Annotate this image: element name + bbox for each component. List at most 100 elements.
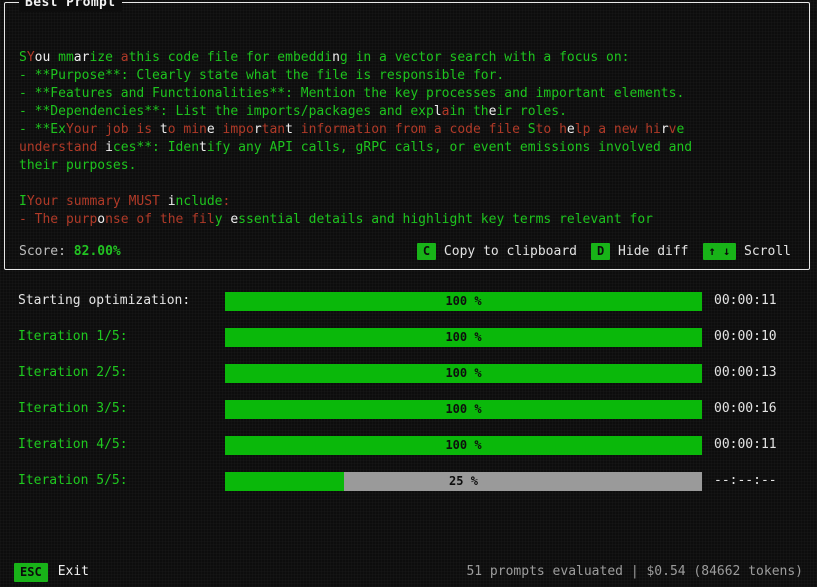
- progress-percent-text: 100 %: [225, 292, 702, 311]
- progress-eta: 00:00:11: [714, 436, 777, 454]
- diff-run-add: ces**: Iden: [113, 140, 199, 155]
- hint-scroll[interactable]: ↑ ↓ Scroll: [703, 243, 797, 261]
- diff-run-del: to h: [536, 122, 567, 137]
- diff-run-del: - The purp: [19, 212, 97, 227]
- diff-run-add: their purposes.: [19, 158, 136, 173]
- hint-copy-to-clipboard[interactable]: C Copy to clipboard: [417, 243, 583, 261]
- progress-list: Starting optimization:100 %00:00:11Itera…: [0, 290, 817, 506]
- diff-run-add: ssential details and highlight key terms…: [238, 212, 653, 227]
- diff-run-del: lp a new hi: [575, 122, 661, 137]
- diff-run-del: the: [653, 230, 684, 231]
- progress-percent-text: 100 %: [225, 436, 702, 455]
- progress-eta: 00:00:16: [714, 400, 777, 418]
- diff-run-del: Y: [27, 50, 35, 65]
- diff-line: - **Features and Functionalities**: Ment…: [19, 85, 799, 103]
- keycap[interactable]: ↑ ↓: [703, 243, 737, 260]
- diff-line: SYou mmarize athis code file for embeddi…: [19, 49, 799, 67]
- diff-run-del: impo: [215, 122, 254, 137]
- diff-run-add: le: [410, 230, 433, 231]
- diff-run-neu: e: [207, 122, 215, 137]
- esc-key-badge[interactable]: ESC: [14, 563, 48, 582]
- diff-run-neu: l: [434, 104, 442, 119]
- diff-line: - **Dependencies**: List the imports/pac…: [19, 103, 799, 121]
- diff-run-add: this code file for embeddi: [129, 50, 333, 65]
- status-bar: ESC Exit 51 prompts evaluated | $0.54 (8…: [0, 557, 817, 587]
- diff-run-del: v: [669, 122, 677, 137]
- progress-row: Iteration 2/5:100 % 00:00:13: [0, 362, 817, 384]
- diff-run-add: - **Purpose**: Clearly state what the fi…: [19, 68, 504, 83]
- diff-run-neu: ar: [74, 50, 90, 65]
- diff-run-del: tc: [630, 230, 646, 231]
- diff-run-del: information from a code file: [293, 122, 528, 137]
- keycap[interactable]: C: [417, 243, 436, 260]
- diff-run-neu: e: [223, 212, 239, 227]
- hint-label: Copy to clipboard: [436, 244, 577, 259]
- progress-label: Iteration 4/5:: [0, 436, 225, 454]
- diff-run-add: ure the summar: [254, 230, 364, 231]
- diff-run-neu: t: [285, 122, 293, 137]
- diff-run-neu: t: [199, 140, 207, 155]
- diff-run-del: a: [121, 50, 129, 65]
- diff-run-neu: o: [97, 212, 105, 227]
- diff-run-add: embedding.: [19, 230, 105, 231]
- progress-percent-text: 100 %: [225, 364, 702, 383]
- diff-run-add: S: [19, 50, 27, 65]
- exit-label[interactable]: Exit: [58, 563, 89, 581]
- progress-eta: 00:00:13: [714, 364, 777, 382]
- diff-run-del: nse of the fil: [105, 212, 215, 227]
- progress-bar: 100 %: [225, 364, 702, 383]
- diff-run-add: s: [536, 230, 552, 231]
- diff-run-neu: i: [105, 140, 113, 155]
- diff-run-add: S: [528, 122, 536, 137]
- progress-label: Starting optimization:: [0, 292, 225, 310]
- diff-run-add: - **Ex: [19, 122, 66, 137]
- diff-line: IYour summary MUST include:: [19, 193, 799, 211]
- best-prompt-panel: Best Prompt SYou mmarize athis code file…: [4, 2, 810, 270]
- diff-line: their purposes.: [19, 157, 799, 175]
- diff-viewer[interactable]: SYou mmarize athis code file for embeddi…: [19, 31, 799, 231]
- diff-run-neu: y is: [363, 230, 402, 231]
- progress-bar: 100 %: [225, 400, 702, 419]
- diff-line: [19, 31, 799, 49]
- progress-percent-text: 25 %: [225, 472, 702, 491]
- hint-label: Hide diff: [610, 244, 688, 259]
- progress-label: Iteration 1/5:: [0, 328, 225, 346]
- diff-run-del: Your summary MUST: [27, 194, 168, 209]
- diff-run-add: o: [645, 230, 653, 231]
- diff-run-add: e: [677, 122, 685, 137]
- diff-run-neu: and: [598, 230, 629, 231]
- hint-hide-diff[interactable]: D Hide diff: [591, 243, 695, 261]
- diff-run-add: ir roles.: [496, 104, 566, 119]
- diff-run-add: nclude: [176, 194, 223, 209]
- progress-row: Iteration 3/5:100 % 00:00:16: [0, 398, 817, 420]
- diff-line: [19, 175, 799, 193]
- diff-run-neu: ou: [35, 50, 58, 65]
- panel-footer: Score: 82.00% C Copy to clipboardD Hide …: [19, 241, 797, 263]
- diff-run-del: min: [176, 122, 207, 137]
- diff-run-add: th: [512, 230, 528, 231]
- diff-line: understand ices**: Identify any API call…: [19, 139, 799, 157]
- progress-row: Starting optimization:100 %00:00:11: [0, 290, 817, 312]
- keycap[interactable]: D: [591, 243, 610, 260]
- panel-title: Best Prompt: [19, 0, 122, 12]
- diff-run-neu: r: [661, 122, 669, 137]
- progress-row: Iteration 5/5:25 %--:--:--: [0, 470, 817, 492]
- diff-run-add: g in a vector search with a focus on:: [340, 50, 630, 65]
- diff-run-del: Your job is: [66, 122, 160, 137]
- diff-run-add: - **Dependencies**: List the imports/pac…: [19, 104, 434, 119]
- diff-line: embedding. EWhat is it responsure the su…: [19, 229, 799, 231]
- progress-percent-text: 100 %: [225, 400, 702, 419]
- diff-run-del: :: [223, 194, 231, 209]
- progress-bar: 100 %: [225, 328, 702, 347]
- diff-run-add: in th: [449, 104, 488, 119]
- progress-label: Iteration 5/5:: [0, 472, 225, 490]
- progress-label: Iteration 3/5:: [0, 400, 225, 418]
- terminal-screen: Best Prompt SYou mmarize athis code file…: [0, 0, 817, 587]
- diff-run-add: mm: [58, 50, 74, 65]
- diff-run-del: understand: [19, 140, 105, 155]
- progress-percent-text: 100 %: [225, 328, 702, 347]
- keyboard-hints: C Copy to clipboard D Hide diff ↑ ↓ Scroll: [417, 243, 797, 261]
- diff-run-neu: n: [332, 50, 340, 65]
- diff-run-add: ify any API calls, gRPC calls, or event …: [207, 140, 692, 155]
- progress-label: Iteration 2/5:: [0, 364, 225, 382]
